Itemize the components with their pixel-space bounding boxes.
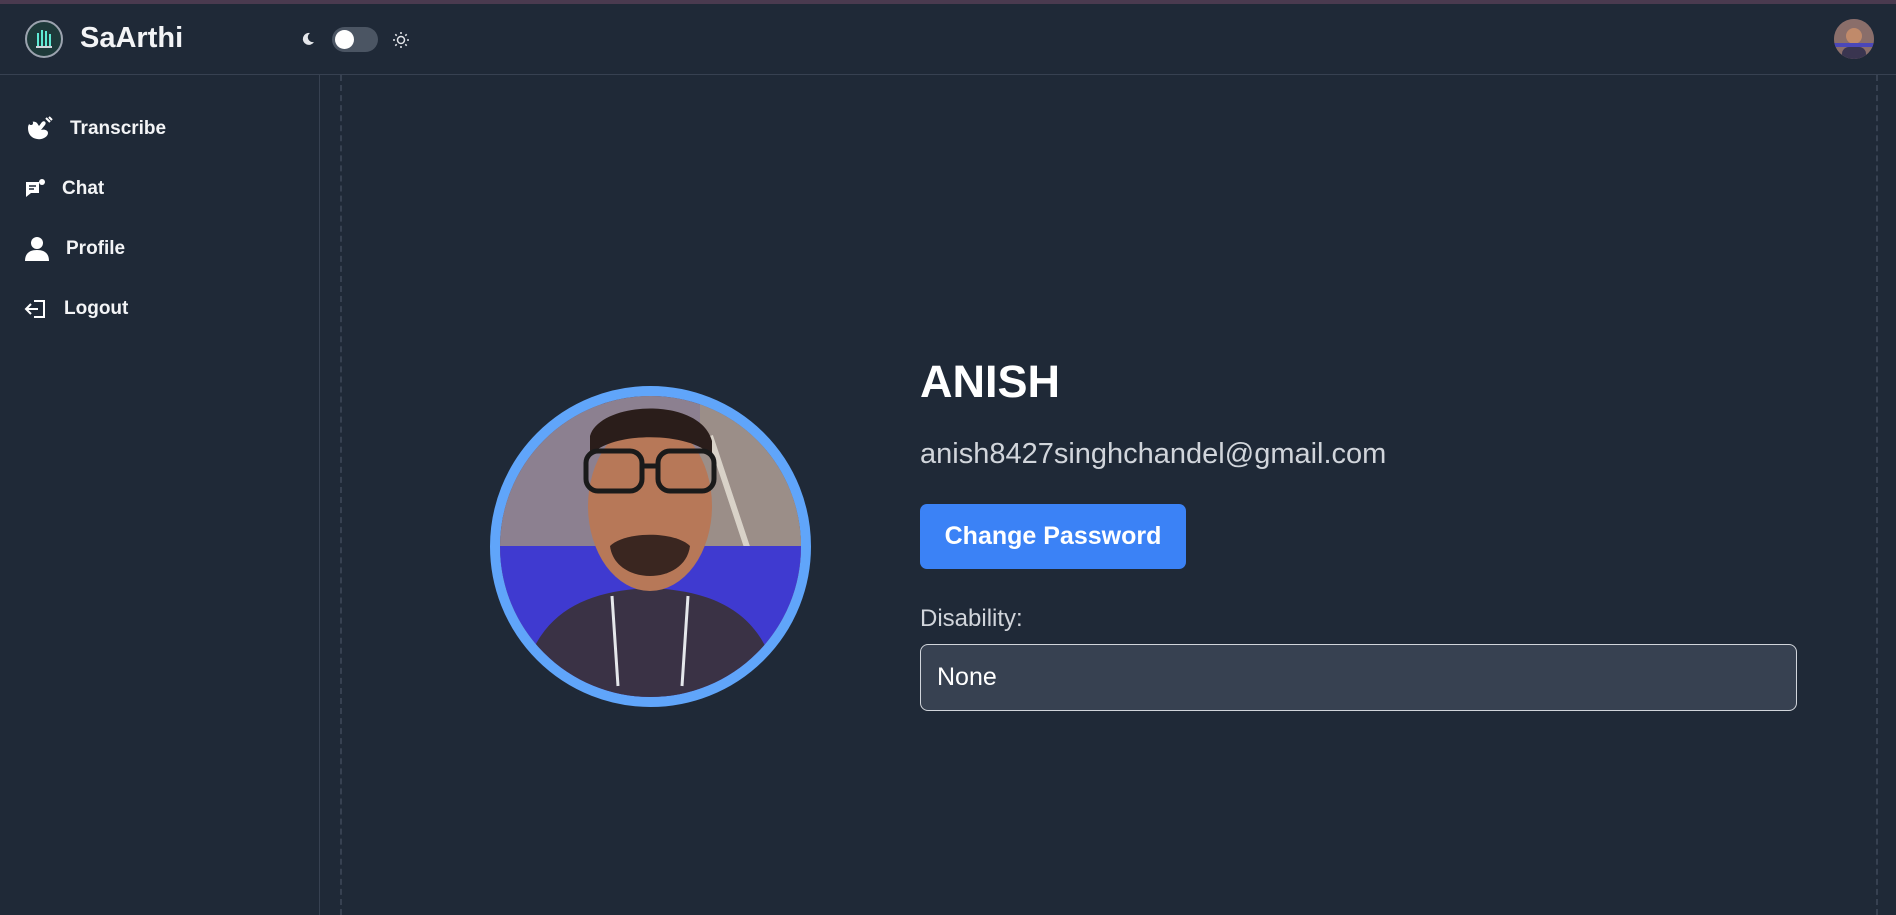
change-password-button[interactable]: Change Password — [920, 504, 1186, 569]
sidebar-item-label: Chat — [62, 178, 105, 199]
profile-name: ANISH — [920, 356, 1061, 407]
sidebar-item-profile[interactable]: Profile — [24, 231, 125, 267]
sidebar-item-transcribe[interactable]: Transcribe — [24, 111, 166, 147]
logout-icon — [24, 300, 45, 318]
user-icon — [25, 237, 49, 261]
sign-language-icon — [28, 116, 53, 140]
sidebar-item-label: Profile — [66, 238, 126, 259]
sidebar-item-label: Transcribe — [70, 118, 167, 139]
content-border-left — [340, 75, 342, 915]
user-avatar[interactable] — [1834, 19, 1874, 59]
sun-icon — [393, 32, 409, 48]
brand-logo-icon[interactable] — [24, 19, 64, 59]
theme-toggle-knob — [335, 30, 354, 49]
theme-toggle[interactable] — [332, 27, 378, 52]
sidebar-item-logout[interactable]: Logout — [24, 291, 128, 327]
disability-select[interactable]: None — [920, 644, 1797, 711]
sidebar-item-label: Logout — [64, 298, 129, 319]
disability-label: Disability: — [920, 605, 1023, 632]
sidebar-item-chat[interactable]: Chat — [24, 171, 104, 207]
profile-email: anish8427singhchandel@gmail.com — [920, 438, 1387, 470]
profile-picture — [490, 386, 811, 707]
disability-value: None — [937, 663, 997, 691]
chat-icon — [26, 179, 45, 197]
sidebar: Transcribe Chat Profile Logout — [0, 75, 320, 915]
moon-icon — [302, 32, 314, 45]
brand-name[interactable]: SaArthi — [80, 22, 183, 55]
content-border-right — [1876, 75, 1878, 915]
top-navbar: SaArthi — [0, 4, 1896, 75]
